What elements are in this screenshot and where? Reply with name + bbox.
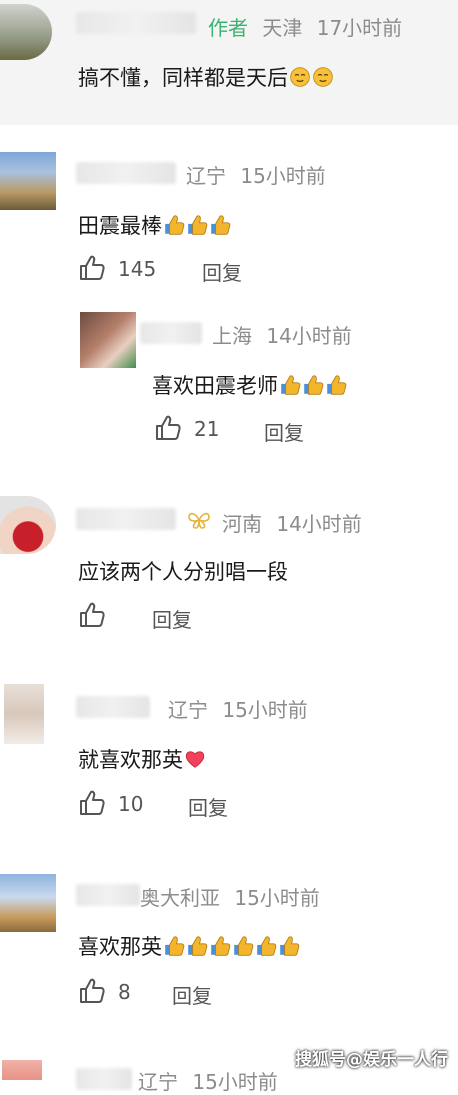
author-badge: 作者 bbox=[208, 16, 248, 40]
like-count: 21 bbox=[194, 417, 220, 441]
heart-icon bbox=[184, 748, 206, 770]
like-count: 10 bbox=[118, 792, 144, 816]
location: 辽宁 bbox=[138, 1070, 178, 1094]
timestamp: 14小时前 bbox=[266, 324, 352, 348]
reply-button[interactable]: 回复 bbox=[202, 257, 242, 286]
location: 辽宁 bbox=[168, 698, 208, 722]
face-icon bbox=[312, 66, 334, 88]
avatar[interactable] bbox=[4, 684, 44, 744]
comment-text-content: 就喜欢那英 bbox=[78, 748, 183, 772]
thumbs-up-icon bbox=[278, 935, 300, 957]
location: 辽宁 bbox=[186, 164, 226, 188]
username-blurred[interactable] bbox=[76, 508, 176, 530]
like-icon[interactable] bbox=[78, 601, 106, 629]
thumbs-up-icon bbox=[302, 374, 324, 396]
like-icon[interactable] bbox=[78, 789, 106, 817]
like-icon[interactable] bbox=[78, 254, 106, 282]
like-count: 8 bbox=[118, 980, 131, 1004]
like-icon[interactable] bbox=[154, 414, 182, 442]
thumbs-up-icon bbox=[163, 214, 185, 236]
reply-button[interactable]: 回复 bbox=[188, 792, 228, 821]
username-blurred[interactable] bbox=[76, 12, 196, 34]
avatar[interactable] bbox=[0, 496, 56, 554]
avatar[interactable] bbox=[80, 312, 136, 368]
comment-text-content: 喜欢那英 bbox=[78, 935, 162, 959]
comment-text: 就喜欢那英 bbox=[78, 744, 206, 774]
watermark: 搜狐号@娱乐一人行 bbox=[295, 1050, 448, 1070]
thumbs-up-icon bbox=[232, 935, 254, 957]
thumbs-up-icon bbox=[279, 374, 301, 396]
comment-text: 喜欢田震老师 bbox=[152, 370, 347, 400]
username-blurred[interactable] bbox=[76, 162, 176, 184]
timestamp: 15小时前 bbox=[222, 698, 308, 722]
timestamp: 17小时前 bbox=[316, 16, 403, 40]
avatar[interactable] bbox=[0, 152, 56, 210]
thumbs-up-icon bbox=[209, 214, 231, 236]
location: 上海 bbox=[212, 324, 252, 348]
reply-button[interactable]: 回复 bbox=[264, 417, 304, 446]
like-icon[interactable] bbox=[78, 977, 106, 1005]
reply-button[interactable]: 回复 bbox=[152, 604, 192, 633]
thumbs-up-icon bbox=[255, 935, 277, 957]
comment-text: 搞不懂，同样都是天后 bbox=[78, 62, 334, 92]
timestamp: 15小时前 bbox=[234, 886, 320, 910]
username-blurred[interactable] bbox=[76, 884, 140, 906]
avatar[interactable] bbox=[0, 874, 56, 932]
location: 奥大利亚 bbox=[140, 886, 220, 910]
comment-text: 喜欢那英 bbox=[78, 931, 300, 961]
thumbs-up-icon bbox=[186, 935, 208, 957]
username-blurred[interactable] bbox=[140, 322, 202, 344]
face-icon bbox=[289, 66, 311, 88]
reply-button[interactable]: 回复 bbox=[172, 980, 212, 1009]
timestamp: 15小时前 bbox=[192, 1070, 278, 1094]
thumbs-up-icon bbox=[325, 374, 347, 396]
username-blurred[interactable] bbox=[76, 1068, 132, 1090]
comment-text-content: 搞不懂，同样都是天后 bbox=[78, 66, 288, 90]
comment-text: 田震最棒 bbox=[78, 210, 231, 240]
like-count: 145 bbox=[118, 257, 157, 281]
comment-text-content: 田震最棒 bbox=[78, 214, 162, 238]
username-blurred[interactable] bbox=[76, 696, 150, 718]
butterfly-badge-icon bbox=[188, 512, 210, 529]
timestamp: 15小时前 bbox=[240, 164, 326, 188]
timestamp: 14小时前 bbox=[276, 512, 362, 536]
comment-text: 应该两个人分别唱一段 bbox=[78, 560, 288, 584]
avatar[interactable] bbox=[2, 1060, 42, 1080]
thumbs-up-icon bbox=[209, 935, 231, 957]
thumbs-up-icon bbox=[163, 935, 185, 957]
location: 河南 bbox=[222, 512, 262, 536]
thumbs-up-icon bbox=[186, 214, 208, 236]
location: 天津 bbox=[262, 16, 303, 40]
comment-text-content: 喜欢田震老师 bbox=[152, 374, 278, 398]
